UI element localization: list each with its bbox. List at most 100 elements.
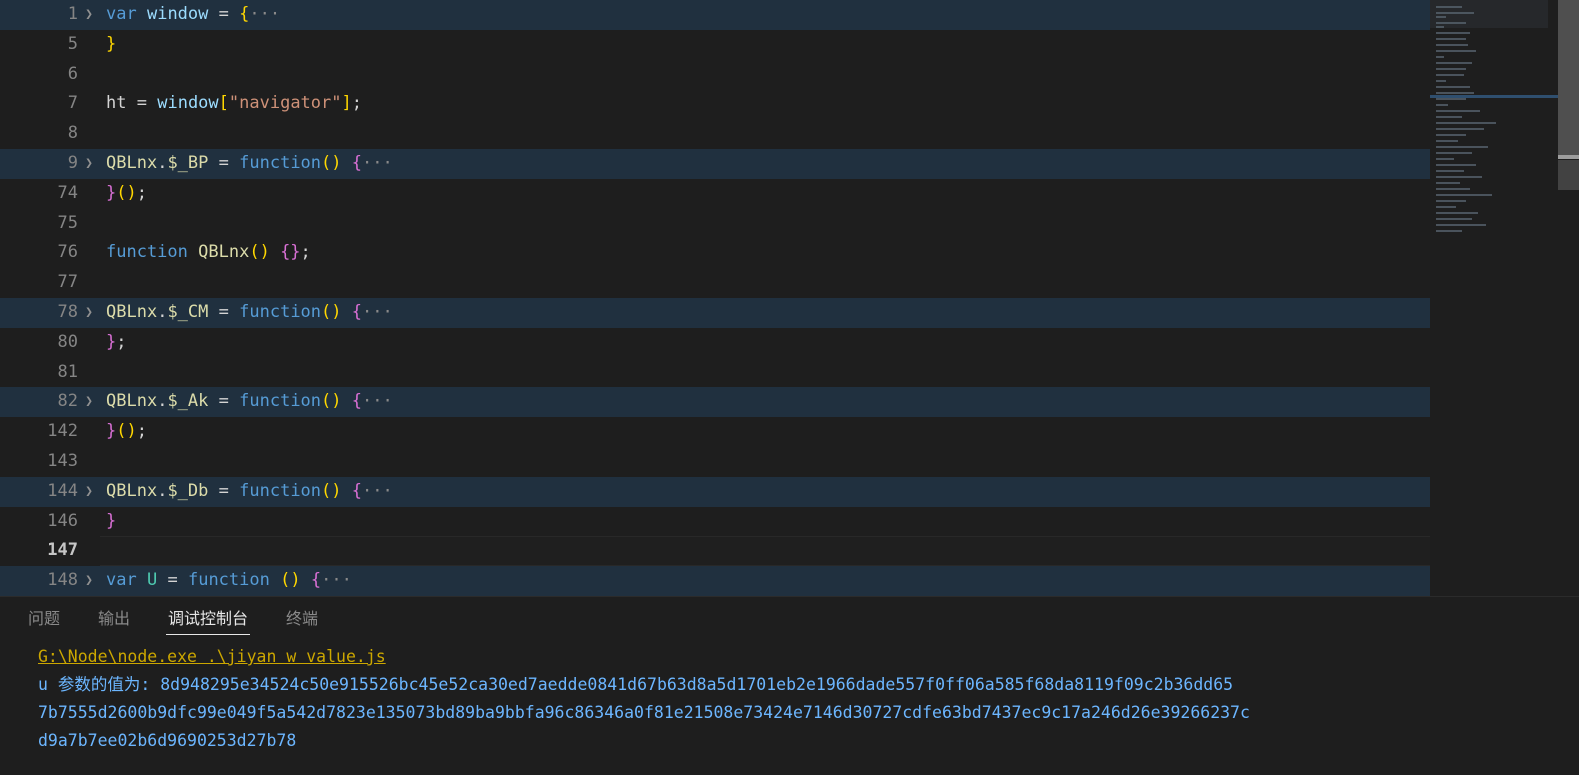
line-number: 1 [67,4,78,24]
scrollbar-thumb-secondary[interactable] [1558,160,1579,190]
hex-value-part-1: 8d948295e34524c50e915526bc45e52ca30ed7ae… [160,675,1234,694]
fold-spacer: · [78,536,100,566]
minimap-line [1436,116,1462,118]
command-link[interactable]: G:\Node\node.exe .\jiyan w value.js [38,647,386,666]
panel-tab-2[interactable]: 调试控制台 [158,597,258,643]
minimap-line [1436,98,1466,100]
fold-spacer: · [78,179,100,209]
editor-line[interactable]: 77· [0,268,1430,298]
chevron-right-icon[interactable]: ❯ [78,477,100,507]
line-number: 82 [57,391,78,412]
editor-line[interactable]: 146·} [0,507,1430,537]
minimap-line [1436,32,1470,34]
panel-tab-0[interactable]: 问题 [18,597,70,643]
editor-line[interactable]: 148 ❯ var U = function () {··· [0,566,1430,596]
panel-tab-3[interactable]: 终端 [276,597,328,643]
line-number: 78 [57,301,78,322]
editor-line[interactable]: 143· [0,447,1430,477]
line-content: var U = function () {··· [106,570,352,591]
line-number: 75 [57,212,78,233]
panel-tab-1[interactable]: 输出 [88,597,140,643]
editor-line[interactable]: 75· [0,209,1430,239]
minimap-line [1436,182,1460,184]
editor-line[interactable]: 5·} [0,30,1430,60]
editor-line[interactable]: 78 ❯ QBLnx.$_CM = function() {··· [0,297,1430,328]
editor-line[interactable]: 74·}(); [0,179,1430,209]
minimap-line [1436,218,1472,220]
editor-vertical-scrollbar[interactable] [1558,0,1579,596]
line-number: 6 [67,63,78,84]
fold-spacer: · [78,507,100,537]
editor-lines[interactable]: 1❯var window = {···5·}6·7·ht = window["n… [0,0,1430,596]
scrollbar-tick [1558,155,1579,159]
chevron-right-icon[interactable]: ❯ [78,0,100,30]
chevron-right-icon[interactable]: ❯ [78,298,100,328]
editor-line[interactable]: 9 ❯ QBLnx.$_BP = function() {··· [0,148,1430,179]
minimap-line [1436,230,1462,232]
editor-line[interactable]: 6· [0,60,1430,90]
minimap-line [1436,152,1472,154]
editor-line[interactable]: 144 ❯ QBLnx.$_Db = function() {··· [0,476,1430,507]
minimap-line [1436,200,1466,202]
scrollbar-thumb[interactable] [1558,0,1579,155]
console-command-line: G:\Node\node.exe .\jiyan w value.js [0,643,1579,671]
editor-minimap[interactable] [1430,0,1548,596]
editor-line[interactable]: 147· [0,536,1430,567]
minimap-line [1436,146,1488,148]
minimap-line [1436,134,1466,136]
panel-tab-bar: 问题 输出 调试控制台 终端 [0,597,1579,643]
minimap-line [1436,6,1462,8]
line-number: 144 [47,480,78,501]
line-content [100,209,1430,239]
line-content: QBLnx.$_BP = function() {··· [106,152,393,173]
minimap-line [1436,170,1464,172]
fold-spacer: · [78,328,100,358]
line-content [100,358,1430,388]
result-prefix: u [38,675,48,694]
console-result-line-2: 7b7555d2600b9dfc99e049f5a542d7823e135073… [0,699,1579,727]
line-content: ht = window["navigator"]; [106,93,362,114]
line-content: }; [106,331,127,352]
code-editor[interactable]: 1❯var window = {···5·}6·7·ht = window["n… [0,0,1579,596]
line-number: 81 [57,361,78,382]
line-content [100,268,1430,298]
minimap-line [1436,194,1492,196]
minimap-line [1436,62,1472,64]
editor-line[interactable]: 7· ht = window["navigator"]; [0,89,1430,119]
line-number: 80 [57,331,78,352]
editor-line[interactable]: 80·}; [0,328,1430,358]
minimap-line [1436,206,1456,208]
minimap-line [1436,68,1466,70]
fold-spacer: · [78,209,100,239]
line-content [100,447,1430,477]
editor-line[interactable]: 82 ❯ QBLnx.$_Ak = function() {··· [0,387,1430,418]
chevron-right-icon[interactable]: ❯ [78,566,100,596]
line-number: 143 [47,450,78,471]
minimap-line [1436,50,1476,52]
minimap-line [1436,16,1446,18]
minimap-line [1436,22,1466,24]
line-content: QBLnx.$_Ak = function() {··· [106,391,393,412]
chevron-right-icon[interactable]: ❯ [78,149,100,179]
editor-line[interactable]: 8· [0,119,1430,149]
debug-console-output[interactable]: G:\Node\node.exe .\jiyan w value.js u 参数… [0,643,1579,775]
editor-line[interactable]: 76· function QBLnx() {}; [0,238,1430,268]
line-number: 8 [67,123,78,144]
hex-value-part-3: d9a7b7ee02b6d9690253d27b78 [38,731,297,750]
line-content [100,119,1430,149]
line-number: 77 [57,272,78,293]
chevron-right-icon[interactable]: ❯ [78,387,100,417]
minimap-line [1436,80,1446,82]
line-content: } [106,33,117,54]
fold-spacer: · [78,268,100,298]
minimap-line [1436,188,1470,190]
editor-line[interactable]: 142·}(); [0,417,1430,447]
line-content [100,536,1430,567]
line-number: 5 [67,33,78,54]
editor-line[interactable]: 1 ❯ var window = {··· [0,0,1430,30]
editor-line[interactable]: 81· [0,358,1430,388]
minimap-line [1436,224,1486,226]
line-content: var window = {··· [106,4,281,24]
minimap-line [1436,122,1496,124]
